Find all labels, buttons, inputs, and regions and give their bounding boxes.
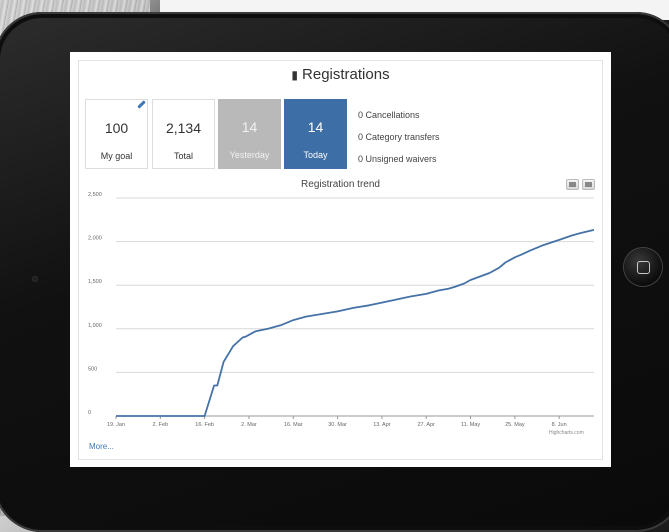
chart-credit: Highcharts.com bbox=[549, 430, 584, 436]
x-tick-label: 19. Jan bbox=[107, 422, 125, 428]
stats-list: 0 Cancellations 0 Category transfers 0 U… bbox=[358, 104, 440, 170]
y-tick-label: 2,000 bbox=[88, 236, 102, 242]
x-tick-label: 8. Jun bbox=[552, 422, 567, 428]
more-link[interactable]: More... bbox=[89, 442, 114, 451]
x-tick-label: 2. Feb bbox=[153, 422, 169, 428]
camera-icon bbox=[32, 276, 38, 282]
x-tick-label: 16. Mar bbox=[284, 422, 303, 428]
total-label: Total bbox=[173, 151, 193, 161]
registrations-icon: ▮ bbox=[291, 68, 299, 82]
x-tick-label: 16. Feb bbox=[195, 422, 214, 428]
y-tick-label: 1,500 bbox=[88, 279, 102, 285]
total-value: 2,134 bbox=[165, 120, 202, 136]
home-square-icon bbox=[636, 260, 650, 274]
stat-unsigned-waivers: 0 Unsigned waivers bbox=[358, 154, 437, 164]
panel-title-text: Registrations bbox=[302, 66, 390, 83]
x-tick-label: 11. May bbox=[461, 422, 480, 428]
x-tick-label: 27. Apr bbox=[418, 422, 436, 428]
x-tick-label: 13. Apr bbox=[373, 422, 391, 428]
y-tick-label: 0 bbox=[88, 410, 91, 416]
tablet-screen: ▮ Registrations 100 My goal 2,134 Total 1… bbox=[70, 52, 611, 467]
x-tick-label: 2. Mar bbox=[241, 422, 257, 428]
yesterday-value: 14 bbox=[241, 119, 258, 135]
today-value: 14 bbox=[307, 119, 324, 135]
registration-trend-chart: 0 500 1,000 1,500 2,000 2,500 19. Jan 2. Feb 16.… bbox=[88, 192, 595, 428]
goal-tile[interactable]: 100 My goal bbox=[85, 99, 148, 169]
home-button-icon[interactable] bbox=[624, 248, 662, 286]
stat-cancellations: 0 Cancellations bbox=[358, 110, 420, 120]
panel-title: ▮ Registrations bbox=[70, 66, 611, 83]
y-tick-label: 500 bbox=[88, 366, 97, 372]
y-tick-label: 1,000 bbox=[88, 323, 102, 329]
edit-pencil-icon[interactable] bbox=[137, 100, 146, 109]
goal-label: My goal bbox=[100, 151, 133, 161]
x-tick-label: 30. Mar bbox=[328, 422, 347, 428]
x-tick-label: 25. May bbox=[505, 422, 525, 428]
total-tile[interactable]: 2,134 Total bbox=[152, 99, 215, 169]
today-label: Today bbox=[303, 150, 328, 160]
today-tile[interactable]: 14 Today bbox=[284, 99, 347, 169]
yesterday-tile[interactable]: 14 Yesterday bbox=[218, 99, 281, 169]
goal-value: 100 bbox=[104, 120, 129, 136]
series-line-registrations bbox=[116, 229, 595, 417]
yesterday-label: Yesterday bbox=[229, 150, 270, 160]
stat-category-transfers: 0 Category transfers bbox=[358, 132, 440, 142]
y-tick-label: 2,500 bbox=[88, 192, 102, 198]
